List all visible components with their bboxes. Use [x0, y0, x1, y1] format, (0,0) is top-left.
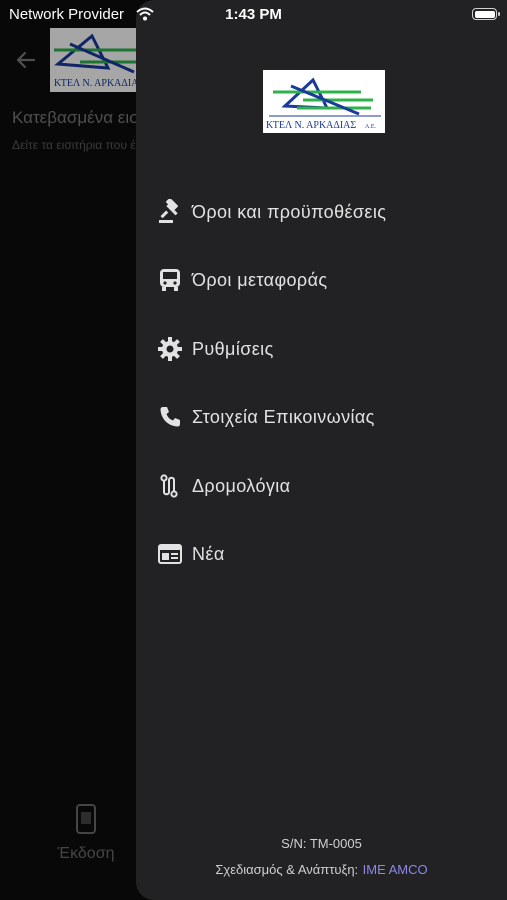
- menu-label-routes: Δρομολόγια: [192, 475, 291, 496]
- status-time: 1:43 PM: [225, 6, 282, 23]
- menu-label-contact: Στοιχεία Επικοινωνίας: [192, 406, 375, 427]
- menu-item-terms[interactable]: Όροι και προϋποθέσεις: [136, 186, 507, 238]
- status-bar: Network Provider 1:43 PM: [0, 0, 507, 28]
- menu-label-transport-terms: Όροι μεταφοράς: [192, 269, 328, 290]
- menu-item-news[interactable]: Νέα: [136, 528, 507, 580]
- menu-item-transport-terms[interactable]: Όροι μεταφοράς: [136, 254, 507, 306]
- gear-icon: [156, 335, 184, 363]
- gavel-icon: [156, 198, 184, 226]
- logo-text: ΚΤΕΛ Ν. ΑΡΚΑΔΙΑΣ: [266, 120, 356, 131]
- drawer-footer: S/N: TM-0005 Σχεδιασμός & Ανάπτυξη: IME …: [136, 836, 507, 879]
- phone-icon: [156, 403, 184, 431]
- menu-label-news: Νέα: [192, 543, 225, 564]
- menu-label-settings: Ρυθμίσεις: [192, 338, 274, 359]
- ktel-logo: ΚΤΕΛ Ν. ΑΡΚΑΔΙΑΣ Α.Ε.: [263, 70, 385, 133]
- logo-suffix: Α.Ε.: [365, 124, 376, 130]
- company-link[interactable]: IME AMCO: [363, 862, 428, 877]
- battery-icon: [472, 8, 500, 20]
- menu-label-terms: Όροι και προϋποθέσεις: [192, 201, 387, 222]
- menu-item-settings[interactable]: Ρυθμίσεις: [136, 323, 507, 375]
- menu-item-routes[interactable]: Δρομολόγια: [136, 460, 507, 512]
- menu-item-contact[interactable]: Στοιχεία Επικοινωνίας: [136, 391, 507, 443]
- navigation-drawer: ΚΤΕΛ Ν. ΑΡΚΑΔΙΑΣ Α.Ε. Όροι και προϋποθέσ…: [136, 0, 507, 900]
- bus-icon: [156, 266, 184, 294]
- design-label: Σχεδιασμός & Ανάπτυξη:: [215, 862, 359, 877]
- news-icon: [156, 540, 184, 568]
- serial-number: S/N: TM-0005: [281, 836, 362, 851]
- route-icon: [156, 472, 184, 500]
